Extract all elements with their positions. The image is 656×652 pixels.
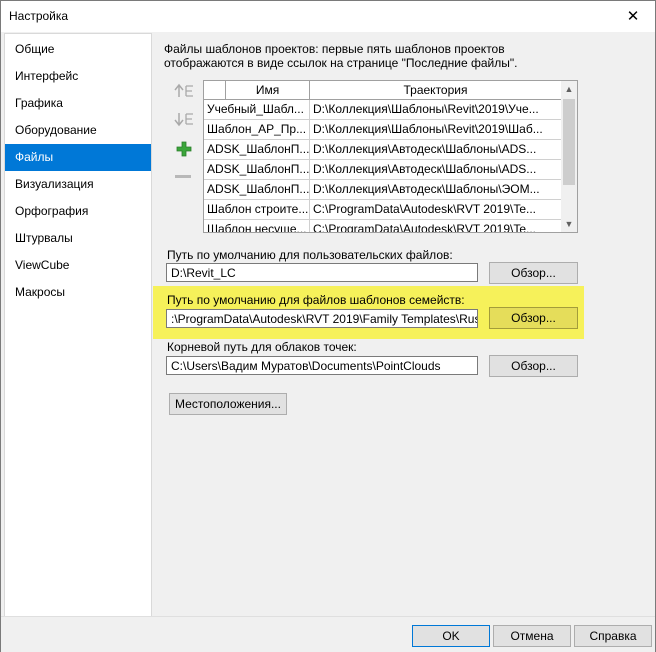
cell-name[interactable]: Шаблон_АР_Пр... bbox=[204, 120, 310, 139]
nav-item-general[interactable]: Общие bbox=[5, 36, 151, 63]
column-header-path[interactable]: Траектория bbox=[310, 81, 561, 99]
nav-item-viewcube[interactable]: ViewCube bbox=[5, 252, 151, 279]
user-files-browse-button[interactable]: Обзор... bbox=[489, 262, 578, 284]
table-header: Имя Траектория bbox=[204, 81, 561, 100]
header-corner bbox=[204, 81, 226, 99]
point-clouds-label: Корневой путь для облаков точек: bbox=[167, 340, 357, 354]
cell-name[interactable]: Учебный_Шабл... bbox=[204, 100, 310, 119]
table-row[interactable]: ADSK_ШаблонП... D:\Коллекция\Автодеск\Ша… bbox=[204, 140, 561, 160]
cell-name[interactable]: ADSK_ШаблонП... bbox=[204, 160, 310, 179]
templates-description: Файлы шаблонов проектов: первые пять шаб… bbox=[164, 42, 518, 70]
cell-path[interactable]: D:\Коллекция\Автодеск\Шаблоны\ADS... bbox=[310, 160, 561, 179]
cell-path[interactable]: C:\ProgramData\Autodesk\RVT 2019\Te... bbox=[310, 220, 561, 232]
nav-item-spelling[interactable]: Орфография bbox=[5, 198, 151, 225]
cell-path[interactable]: D:\Коллекция\Шаблоны\Revit\2019\Уче... bbox=[310, 100, 561, 119]
nav-item-macros[interactable]: Макросы bbox=[5, 279, 151, 306]
cell-path[interactable]: D:\Коллекция\Шаблоны\Revit\2019\Шаб... bbox=[310, 120, 561, 139]
templates-table: Имя Траектория Учебный_Шабл... D:\Коллек… bbox=[203, 80, 578, 233]
cell-path[interactable]: D:\Коллекция\Автодеск\Шаблоны\ЭОМ... bbox=[310, 180, 561, 199]
family-templates-browse-button[interactable]: Обзор... bbox=[489, 307, 578, 329]
cell-name[interactable]: ADSK_ШаблонП... bbox=[204, 140, 310, 159]
settings-dialog: Настройка ✕ Общие Интерфейс Графика Обор… bbox=[0, 0, 656, 652]
point-clouds-input[interactable]: C:\Users\Вадим Муратов\Documents\PointCl… bbox=[166, 356, 478, 375]
move-down-icon[interactable] bbox=[173, 109, 195, 129]
table-row[interactable]: Учебный_Шабл... D:\Коллекция\Шаблоны\Rev… bbox=[204, 100, 561, 120]
user-files-input[interactable]: D:\Revit_LC bbox=[166, 263, 478, 282]
column-header-name[interactable]: Имя bbox=[226, 81, 310, 99]
add-icon[interactable] bbox=[173, 139, 195, 159]
remove-icon[interactable] bbox=[173, 167, 195, 187]
nav-item-hardware[interactable]: Оборудование bbox=[5, 117, 151, 144]
table-row[interactable]: ADSK_ШаблонП... D:\Коллекция\Автодеск\Ша… bbox=[204, 160, 561, 180]
table-scrollbar[interactable]: ▲ ▼ bbox=[561, 81, 577, 232]
nav-item-steeringwheels[interactable]: Штурвалы bbox=[5, 225, 151, 252]
cancel-button[interactable]: Отмена bbox=[493, 625, 571, 647]
dialog-footer: OK Отмена Справка bbox=[1, 616, 655, 652]
window-title: Настройка bbox=[9, 9, 69, 23]
nav-item-interface[interactable]: Интерфейс bbox=[5, 63, 151, 90]
category-list: Общие Интерфейс Графика Оборудование Фай… bbox=[4, 33, 152, 617]
cell-name[interactable]: Шаблон строите... bbox=[204, 200, 310, 219]
table-row[interactable]: Шаблон_АР_Пр... D:\Коллекция\Шаблоны\Rev… bbox=[204, 120, 561, 140]
point-clouds-browse-button[interactable]: Обзор... bbox=[489, 355, 578, 377]
table-row[interactable]: Шаблон несуще... C:\ProgramData\Autodesk… bbox=[204, 220, 561, 232]
cell-path[interactable]: D:\Коллекция\Автодеск\Шаблоны\ADS... bbox=[310, 140, 561, 159]
family-templates-label: Путь по умолчанию для файлов шаблонов се… bbox=[167, 293, 465, 307]
table-row[interactable]: Шаблон строите... C:\ProgramData\Autodes… bbox=[204, 200, 561, 220]
ok-button[interactable]: OK bbox=[412, 625, 490, 647]
cell-name[interactable]: Шаблон несуще... bbox=[204, 220, 310, 232]
nav-item-graphics[interactable]: Графика bbox=[5, 90, 151, 117]
close-icon[interactable]: ✕ bbox=[611, 1, 655, 32]
cell-name[interactable]: ADSK_ШаблонП... bbox=[204, 180, 310, 199]
nav-item-rendering[interactable]: Визуализация bbox=[5, 171, 151, 198]
cell-path[interactable]: C:\ProgramData\Autodesk\RVT 2019\Te... bbox=[310, 200, 561, 219]
help-button[interactable]: Справка bbox=[574, 625, 652, 647]
scroll-thumb[interactable] bbox=[563, 99, 575, 185]
scroll-down-icon[interactable]: ▼ bbox=[561, 216, 577, 232]
family-templates-input[interactable]: :\ProgramData\Autodesk\RVT 2019\Family T… bbox=[166, 309, 478, 328]
scroll-up-icon[interactable]: ▲ bbox=[561, 81, 577, 97]
table-row[interactable]: ADSK_ШаблонП... D:\Коллекция\Автодеск\Ша… bbox=[204, 180, 561, 200]
title-bar: Настройка ✕ bbox=[1, 1, 655, 32]
user-files-label: Путь по умолчанию для пользовательских ф… bbox=[167, 248, 453, 262]
move-up-icon[interactable] bbox=[173, 81, 195, 101]
nav-item-files[interactable]: Файлы bbox=[5, 144, 151, 171]
places-button[interactable]: Местоположения... bbox=[169, 393, 287, 415]
